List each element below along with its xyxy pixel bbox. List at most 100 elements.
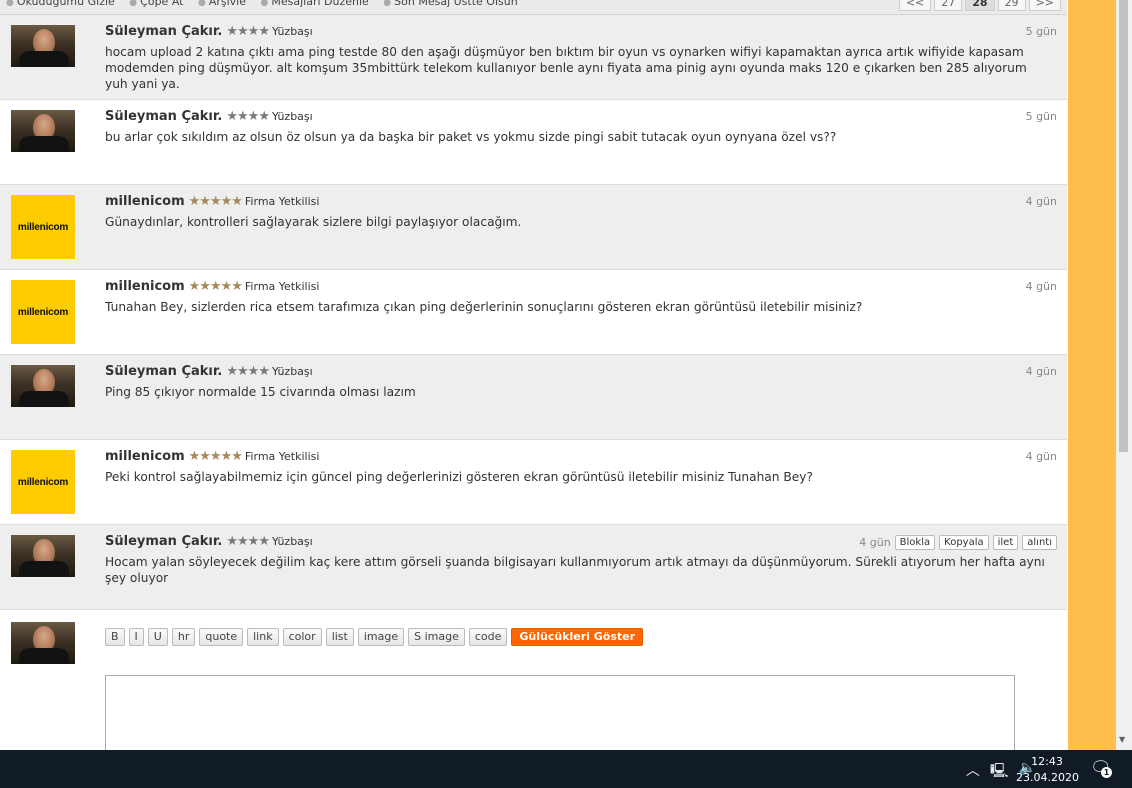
hr-button[interactable]: hr: [171, 628, 196, 646]
action-label: Okuduğumu Gizle: [16, 0, 115, 8]
clock[interactable]: 12:43 23.04.2020: [1016, 754, 1079, 786]
link-button[interactable]: link: [247, 628, 279, 646]
network-icon[interactable]: 🖳: [990, 760, 1009, 784]
action-label: Son Mesaj Üstte Olsun: [394, 0, 518, 8]
color-button[interactable]: color: [282, 628, 322, 646]
thread-actions: ● Okuduğumu Gizle ● Çöpe At ● Arşivle ● Mesa…: [6, 0, 529, 8]
pager-last[interactable]: >>: [1028, 0, 1061, 11]
message-time: 4 gün: [859, 536, 891, 549]
image-button[interactable]: image: [357, 628, 405, 646]
side-panel: [1068, 0, 1116, 750]
show-smileys-button[interactable]: Gülücükleri Göster: [511, 628, 644, 646]
message-text: hocam upload 2 katına çıktı ama ping tes…: [105, 45, 1027, 91]
action-label: Mesajları Düzenle: [271, 0, 369, 8]
author-name[interactable]: millenicom: [105, 194, 185, 209]
s-image-button[interactable]: S image: [408, 628, 465, 646]
millenicom-logo: millenicom: [11, 450, 75, 514]
message-item: Süleyman Çakır. ★★★★ Yüzbaşı bu arlar çok s…: [0, 100, 1067, 185]
message-time: 4 gün: [1025, 450, 1057, 463]
bullet-icon: ●: [383, 0, 392, 8]
taskbar: ︿ 🖳 🔈 12:43 23.04.2020 🗨 1: [0, 750, 1132, 788]
message-item: millenicom millenicom ★★★★★ Firma Yetkilisi…: [0, 185, 1067, 270]
rating-stars-icon: ★★★★★: [188, 194, 243, 209]
avatar: [11, 535, 75, 577]
author-name[interactable]: millenicom: [105, 279, 185, 294]
user-rank: Firma Yetkilisi: [244, 450, 320, 463]
vertical-scrollbar[interactable]: ▼: [1116, 0, 1132, 750]
message-meta: 4 gün Blokla Kopyala ilet alıntı: [859, 535, 1057, 550]
editor-toolbar: B I U hr quote link color list image S i…: [105, 628, 644, 646]
rating-stars-icon: ★★★★★: [188, 279, 243, 294]
message-meta: 4 gün: [1026, 450, 1057, 463]
scroll-down-arrow-icon[interactable]: ▼: [1119, 735, 1125, 744]
clock-time: 12:43: [1031, 755, 1063, 768]
thread-action-bar: ● Okuduğumu Gizle ● Çöpe At ● Arşivle ● Mesa…: [0, 0, 1067, 15]
author-name[interactable]: Süleyman Çakır.: [105, 109, 222, 124]
copy-button[interactable]: Kopyala: [939, 535, 989, 550]
avatar: [11, 25, 75, 67]
message-item: Süleyman Çakır. ★★★★ Yüzbaşı Ping 85 çıkıyo…: [0, 355, 1067, 440]
underline-button[interactable]: U: [147, 628, 168, 646]
rating-stars-icon: ★★★★: [226, 534, 270, 549]
millenicom-logo: millenicom: [11, 280, 75, 344]
message-item: Süleyman Çakır. ★★★★ Yüzbaşı hocam upload 2…: [0, 15, 1067, 100]
message-meta: 4 gün: [1026, 195, 1057, 208]
message-text: Peki kontrol sağlayabilmemiz için güncel…: [105, 470, 813, 484]
notification-icon[interactable]: 🗨 1: [1090, 758, 1112, 778]
last-message-top-action[interactable]: ● Son Mesaj Üstte Olsun: [383, 0, 517, 8]
hide-read-action[interactable]: ● Okuduğumu Gizle: [6, 0, 115, 8]
bold-button[interactable]: B: [105, 628, 125, 646]
avatar: [11, 622, 75, 664]
message-text: bu arlar çok sıkıldım az olsun öz olsun …: [105, 130, 837, 144]
bullet-icon: ●: [6, 0, 14, 8]
archive-action[interactable]: ● Arşivle: [198, 0, 246, 8]
trash-action[interactable]: ● Çöpe At: [129, 0, 183, 8]
message-item: millenicom millenicom ★★★★★ Firma Yetkilisi…: [0, 270, 1067, 355]
rating-stars-icon: ★★★★: [226, 109, 270, 124]
pager-page-29[interactable]: 29: [997, 0, 1026, 11]
author-name[interactable]: Süleyman Çakır.: [105, 534, 222, 549]
author-name[interactable]: Süleyman Çakır.: [105, 24, 222, 39]
block-button[interactable]: Blokla: [894, 535, 936, 550]
bullet-icon: ●: [129, 0, 138, 8]
action-label: Arşivle: [208, 0, 246, 8]
italic-button[interactable]: I: [128, 628, 144, 646]
author-name[interactable]: millenicom: [105, 449, 185, 464]
message-meta: 5 gün: [1026, 25, 1057, 38]
pagination: << 27 28 29 >>: [898, 0, 1061, 11]
message-text: Hocam yalan söyleyecek değilim kaç kere …: [105, 555, 1045, 585]
edit-messages-action[interactable]: ● Mesajları Düzenle: [261, 0, 369, 8]
message-list: Süleyman Çakır. ★★★★ Yüzbaşı hocam upload 2…: [0, 15, 1067, 610]
pager-page-current[interactable]: 28: [965, 0, 995, 11]
user-rank: Yüzbaşı: [272, 535, 313, 548]
list-button[interactable]: list: [325, 628, 354, 646]
message-header: Süleyman Çakır. ★★★★ Yüzbaşı: [105, 364, 313, 379]
quote-button[interactable]: quote: [199, 628, 244, 646]
message-header: Süleyman Çakır. ★★★★ Yüzbaşı: [105, 534, 313, 549]
message-time: 4 gün: [1025, 365, 1057, 378]
user-rank: Yüzbaşı: [272, 25, 313, 38]
message-text: Günaydınlar, kontrolleri sağlayarak sizl…: [105, 215, 522, 229]
message-header: Süleyman Çakır. ★★★★ Yüzbaşı: [105, 109, 313, 124]
rating-stars-icon: ★★★★: [226, 364, 270, 379]
bullet-icon: ●: [260, 0, 269, 8]
author-name[interactable]: Süleyman Çakır.: [105, 364, 222, 379]
message-header: millenicom ★★★★★ Firma Yetkilisi: [105, 194, 319, 209]
user-rank: Firma Yetkilisi: [244, 280, 320, 293]
user-rank: Yüzbaşı: [272, 365, 313, 378]
message-text: Tunahan Bey, sizlerden rica etsem tarafı…: [105, 300, 863, 314]
forward-button[interactable]: ilet: [992, 535, 1019, 550]
message-meta: 4 gün: [1026, 280, 1057, 293]
chevron-up-icon[interactable]: ︿: [966, 760, 980, 784]
message-time: 5 gün: [1025, 25, 1057, 38]
message-time: 4 gün: [1025, 195, 1057, 208]
pager-first[interactable]: <<: [898, 0, 932, 11]
message-text: Ping 85 çıkıyor normalde 15 civarında ol…: [105, 385, 416, 399]
scrollbar-thumb[interactable]: [1119, 0, 1128, 452]
notification-badge: 1: [1101, 767, 1112, 778]
millenicom-logo: millenicom: [11, 195, 75, 259]
message-meta: 4 gün: [1026, 365, 1057, 378]
pager-page-27[interactable]: 27: [934, 0, 963, 11]
code-button[interactable]: code: [468, 628, 508, 646]
quote-reply-button[interactable]: alıntı: [1022, 535, 1057, 550]
